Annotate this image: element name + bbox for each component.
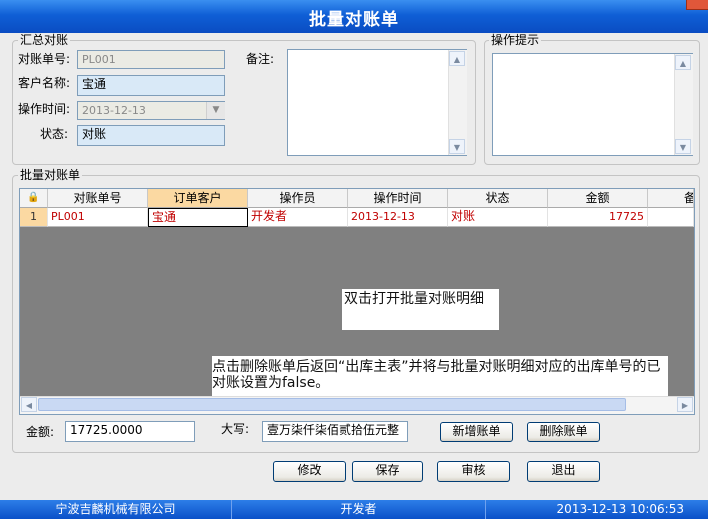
cell-remark[interactable] [648,208,694,227]
col-header-remark[interactable]: 备 [648,189,694,208]
chevron-down-icon[interactable]: ▼ [206,102,225,119]
close-icon[interactable] [686,0,708,10]
col-header-customer[interactable]: 订单客户 [148,189,248,208]
scroll-down-icon[interactable]: ▼ [449,139,465,154]
col-header-time[interactable]: 操作时间 [348,189,448,208]
hint-textarea[interactable] [492,53,693,156]
row-index[interactable]: 1 [20,208,48,227]
note-double-click: 双击打开批量对账明细 [342,289,499,330]
status-company: 宁波吉麟机械有限公司 [0,500,232,519]
capital-label: 大写: [221,422,250,436]
scroll-right-icon[interactable]: ▶ [677,397,693,412]
note-delete: 点击删除账单后返回“出库主表”并将与批量对账明细对应的出库单号的已对账设置为fa… [212,356,668,397]
scroll-up-icon[interactable]: ▲ [449,51,465,66]
status-user: 开发者 [232,500,486,519]
scroll-down-icon[interactable]: ▼ [675,139,691,154]
status-bar: 宁波吉麟机械有限公司 开发者 2013-12-13 10:06:53 [0,500,708,519]
batch-grid[interactable]: 🔒 对账单号 订单客户 操作员 操作时间 状态 金额 备 1 PL001 宝通 … [19,188,695,415]
scroll-left-icon[interactable]: ◀ [21,397,37,412]
main-panel: 汇总对账 对账单号: PL001 客户名称: 宝通 操作时间: 2013-12-… [0,33,708,500]
scroll-up-icon[interactable]: ▲ [675,55,691,70]
col-header-amount[interactable]: 金额 [548,189,648,208]
cell-time[interactable]: 2013-12-13 [348,208,448,227]
bill-no-label: 对账单号: [18,52,71,66]
time-picker[interactable]: 2013-12-13 [77,101,225,120]
cell-bill-no[interactable]: PL001 [48,208,148,227]
col-header-status[interactable]: 状态 [448,189,548,208]
time-label: 操作时间: [18,102,71,116]
cell-amount[interactable]: 17725 [548,208,648,227]
row-select-icon[interactable]: 🔒 [20,189,48,208]
status-label: 状态: [40,127,69,141]
status-field[interactable]: 对账 [77,125,225,146]
summary-group-label: 汇总对账 [18,33,71,47]
cell-status[interactable]: 对账 [448,208,548,227]
amount-label: 金额: [26,425,55,439]
cell-operator[interactable]: 开发者 [248,208,348,227]
amount-field[interactable]: 17725.0000 [65,421,195,442]
exit-button[interactable]: 退出 [527,461,600,482]
capital-amount-field[interactable]: 壹万柒仟柒佰贰拾伍元整 [262,421,408,442]
delete-bill-button[interactable]: 删除账单 [527,422,600,442]
customer-field[interactable]: 宝通 [77,75,225,96]
save-button[interactable]: 保存 [352,461,423,482]
col-header-operator[interactable]: 操作员 [248,189,348,208]
add-bill-button[interactable]: 新增账单 [440,422,513,442]
time-value: 2013-12-13 [82,104,146,117]
col-header-bill-no[interactable]: 对账单号 [48,189,148,208]
batch-group-label: 批量对账单 [18,168,83,182]
status-datetime: 2013-12-13 10:06:53 [556,502,684,516]
audit-button[interactable]: 审核 [437,461,510,482]
modify-button[interactable]: 修改 [273,461,346,482]
window-title: 批量对账单 [309,10,399,30]
bill-no-field[interactable]: PL001 [77,50,225,69]
remark-textarea[interactable] [287,49,467,156]
remark-label: 备注: [246,52,275,66]
grid-scroll-thumb[interactable] [38,398,626,411]
hint-group-label: 操作提示 [489,33,542,47]
cell-customer[interactable]: 宝通 [148,208,248,227]
customer-label: 客户名称: [18,76,71,90]
